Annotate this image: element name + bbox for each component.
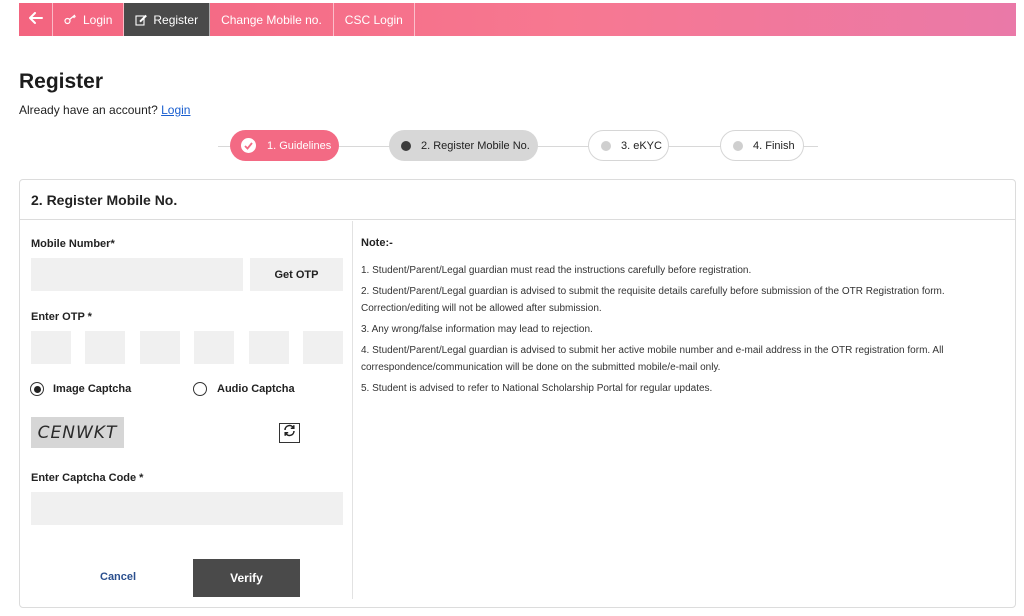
note-item: 3. Any wrong/false information may lead … [361, 324, 593, 335]
step-dot-icon [733, 140, 743, 151]
nav-change-mobile-label: Change Mobile no. [221, 12, 322, 27]
note-title: Note:- [361, 237, 393, 249]
key-icon [64, 14, 77, 25]
page-title: Register [19, 70, 104, 93]
verify-button[interactable]: Verify [193, 559, 300, 597]
nav-login[interactable]: Login [53, 3, 125, 36]
nav-change-mobile[interactable]: Change Mobile no. [210, 3, 334, 36]
otp-digit-input[interactable] [31, 331, 71, 364]
step-register-mobile[interactable]: 2. Register Mobile No. [389, 130, 538, 161]
nav-register[interactable]: Register [124, 3, 211, 36]
card-header: 2. Register Mobile No. [20, 180, 1015, 220]
register-mobile-card: 2. Register Mobile No. Mobile Number* Ge… [19, 179, 1016, 608]
already-account-text: Already have an account? Login [19, 103, 190, 117]
note-item: 2. Student/Parent/Legal guardian is advi… [361, 286, 945, 314]
step-register-mobile-label: 2. Register Mobile No. [421, 139, 530, 152]
step-ekyc-label: 3. eKYC [621, 139, 662, 152]
otp-digit-input[interactable] [140, 331, 180, 364]
captcha-code-input[interactable] [31, 492, 343, 525]
card-title: 2. Register Mobile No. [31, 192, 178, 208]
otp-digit-input[interactable] [303, 331, 343, 364]
refresh-icon [283, 424, 296, 442]
cancel-button[interactable]: Cancel [100, 571, 136, 583]
step-finish-label: 4. Finish [753, 139, 795, 152]
otp-digit-input[interactable] [194, 331, 234, 364]
otp-label: Enter OTP * [31, 311, 92, 323]
mobile-number-label: Mobile Number* [31, 238, 115, 250]
note-list: 1. Student/Parent/Legal guardian must re… [361, 262, 976, 401]
audio-captcha-radio[interactable] [193, 382, 207, 396]
column-divider [352, 221, 353, 599]
audio-captcha-label: Audio Captcha [217, 383, 295, 395]
nav-register-label: Register [153, 12, 199, 27]
top-nav: Login Register Change Mobile no. CSC Log… [19, 3, 1016, 36]
nav-csc-login[interactable]: CSC Login [334, 3, 415, 36]
edit-icon [135, 14, 148, 26]
note-item: 4. Student/Parent/Legal guardian is advi… [361, 345, 944, 373]
step-dot-icon [401, 140, 411, 151]
captcha-code-label: Enter Captcha Code * [31, 472, 144, 484]
step-ekyc[interactable]: 3. eKYC [588, 130, 669, 161]
check-icon [241, 138, 256, 153]
otp-digit-input[interactable] [249, 331, 289, 364]
mobile-number-input[interactable] [31, 258, 243, 291]
nav-login-label: Login [83, 12, 113, 27]
arrow-left-icon [28, 11, 43, 29]
refresh-captcha-button[interactable] [279, 423, 300, 443]
back-button[interactable] [19, 3, 53, 36]
image-captcha-radio[interactable] [30, 382, 44, 396]
captcha-image: CENWKT [31, 417, 124, 448]
note-item: 5. Student is advised to refer to Nation… [361, 383, 713, 394]
step-dot-icon [601, 140, 611, 151]
nav-csc-login-label: CSC Login [344, 12, 403, 27]
step-finish[interactable]: 4. Finish [720, 130, 804, 161]
get-otp-button[interactable]: Get OTP [250, 258, 343, 291]
step-guidelines-label: 1. Guidelines [267, 139, 332, 152]
step-guidelines[interactable]: 1. Guidelines [230, 130, 339, 161]
note-item: 1. Student/Parent/Legal guardian must re… [361, 265, 752, 276]
otp-digit-input[interactable] [85, 331, 125, 364]
login-link[interactable]: Login [161, 103, 190, 117]
image-captcha-label: Image Captcha [53, 383, 132, 395]
already-account-label: Already have an account? [19, 103, 158, 117]
